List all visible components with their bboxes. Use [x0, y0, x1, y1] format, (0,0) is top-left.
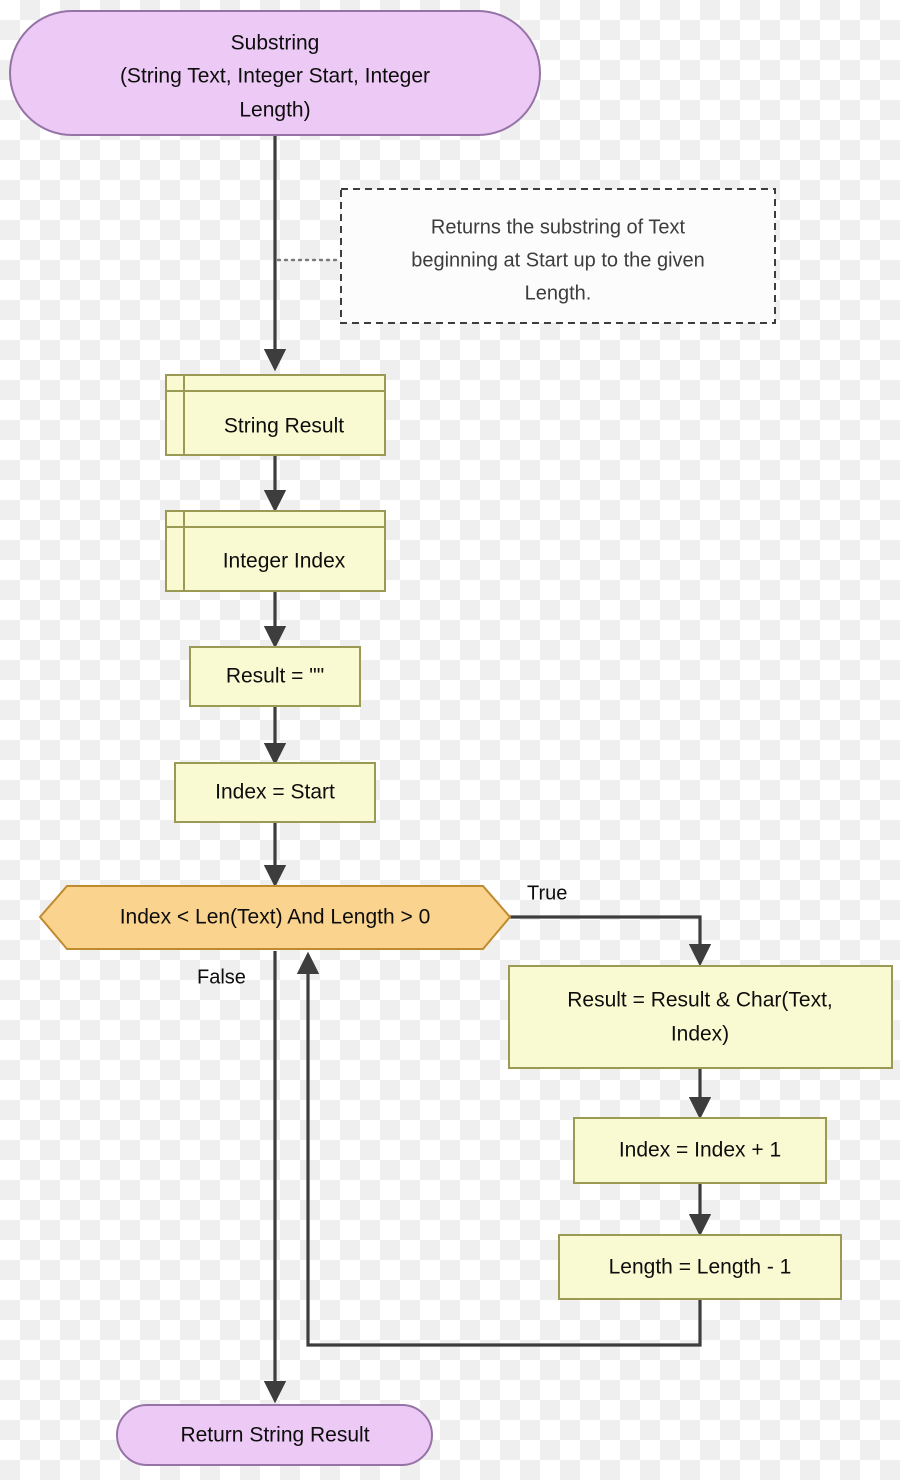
inc-index-label: Index = Index + 1 — [619, 1139, 781, 1162]
comment-line2: beginning at Start up to the given — [411, 249, 705, 271]
node-start[interactable]: Substring (String Text, Integer Start, I… — [9, 10, 541, 136]
dec-length-label: Length = Length - 1 — [609, 1256, 792, 1279]
edge-condition-true-to-append-char — [510, 915, 712, 967]
edge-label-false: False — [197, 966, 246, 988]
node-init-result[interactable]: Result = "" — [189, 646, 361, 707]
node-return[interactable]: Return String Result — [116, 1404, 433, 1466]
node-condition[interactable]: Index < Len(Text) And Length > 0 — [38, 885, 512, 950]
append-char-line1: Result = Result & Char(Text, — [567, 989, 833, 1012]
node-init-index[interactable]: Index = Start — [174, 762, 376, 823]
node-decl-string-result[interactable]: String Result — [165, 374, 386, 456]
comment-line3: Length. — [525, 282, 592, 304]
append-char-line2: Index) — [671, 1023, 729, 1046]
decl-index-label: Integer Index — [223, 550, 346, 573]
start-label-line3: Length) — [239, 99, 310, 122]
condition-label: Index < Len(Text) And Length > 0 — [120, 906, 431, 929]
node-inc-index[interactable]: Index = Index + 1 — [573, 1117, 827, 1184]
edge-label-true: True — [527, 882, 567, 904]
node-comment: Returns the substring of Text beginning … — [340, 188, 776, 324]
return-label: Return String Result — [180, 1424, 369, 1447]
start-label-line1: Substring — [231, 32, 320, 55]
append-char-shape — [508, 965, 893, 1069]
node-append-char[interactable]: Result = Result & Char(Text, Index) — [508, 965, 893, 1069]
init-result-label: Result = "" — [226, 665, 324, 688]
flowchart-canvas: Substring (String Text, Integer Start, I… — [9, 10, 893, 1466]
comment-line1: Returns the substring of Text — [431, 216, 686, 238]
node-decl-integer-index[interactable]: Integer Index — [165, 510, 386, 592]
start-label-line2: (String Text, Integer Start, Integer — [120, 65, 430, 88]
decl-result-label: String Result — [224, 415, 344, 438]
init-index-label: Index = Start — [215, 781, 335, 804]
node-dec-length[interactable]: Length = Length - 1 — [558, 1234, 842, 1300]
